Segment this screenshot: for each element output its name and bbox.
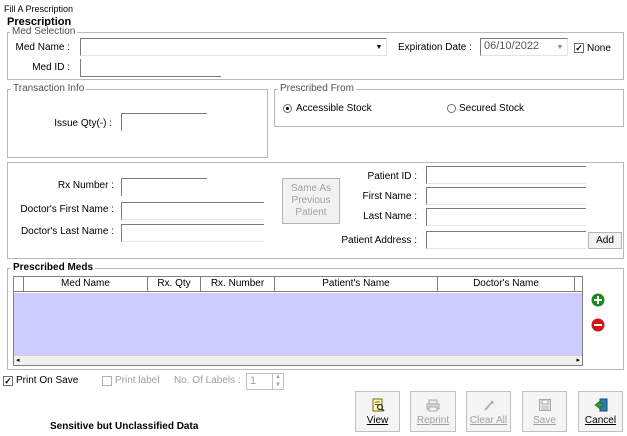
view-button[interactable]: View — [355, 391, 400, 432]
doctor-last-name-label: Doctor's Last Name : — [20, 226, 114, 237]
prescribed-from-legend: Prescribed From — [278, 83, 356, 94]
med-id-input[interactable] — [80, 59, 221, 77]
patient-id-input[interactable] — [426, 166, 586, 184]
col-rx-qty[interactable]: Rx. Qty — [148, 277, 201, 291]
print-on-save-checkbox[interactable]: ✓ — [3, 376, 13, 386]
scroll-left-icon[interactable]: ◂ — [16, 356, 20, 365]
col-rx-number[interactable]: Rx. Number — [201, 277, 275, 291]
print-on-save-label: Print On Save — [16, 375, 79, 386]
med-name-combo[interactable]: ▼ — [80, 38, 387, 56]
doctor-last-name-input[interactable] — [121, 224, 264, 242]
num-labels-value: 1 — [250, 375, 257, 387]
clear-all-button[interactable]: Clear All — [466, 391, 511, 432]
secured-stock-radio[interactable] — [447, 104, 456, 113]
classification-notice: Sensitive but Unclassified Data — [50, 421, 199, 432]
patient-first-name-input[interactable] — [426, 187, 586, 205]
num-labels-spinner[interactable]: 1 ▲ ▼ — [246, 373, 284, 390]
exit-door-icon — [594, 398, 607, 412]
chevron-down-icon[interactable]: ▼ — [373, 40, 385, 54]
col-doctor-name[interactable]: Doctor's Name — [438, 277, 575, 291]
patient-address-label: Patient Address : — [341, 235, 417, 246]
window-title: Fill A Prescription — [4, 4, 74, 14]
cancel-label: Cancel — [584, 415, 617, 426]
prescribed-meds-grid[interactable]: Med Name Rx. Qty Rx. Number Patient's Na… — [13, 276, 583, 366]
accessible-stock-label: Accessible Stock — [296, 103, 372, 114]
patient-id-label: Patient ID : — [367, 171, 417, 182]
row-selector-header — [14, 277, 24, 291]
none-label: None — [587, 43, 611, 54]
print-label-checkbox[interactable] — [102, 376, 112, 386]
horizontal-scrollbar[interactable]: ◂ ▸ — [14, 355, 582, 365]
printer-icon — [426, 399, 440, 412]
rx-number-input[interactable] — [121, 178, 207, 196]
secured-stock-label: Secured Stock — [459, 103, 525, 114]
chevron-down-icon[interactable]: ▼ — [554, 40, 566, 54]
med-id-label: Med ID : — [32, 62, 70, 73]
print-label-label: Print label — [115, 375, 160, 386]
first-name-label: First Name : — [362, 191, 417, 202]
scroll-right-icon[interactable]: ▸ — [576, 356, 580, 365]
reprint-button[interactable]: Reprint — [410, 391, 456, 432]
doctor-first-name-input[interactable] — [121, 202, 264, 220]
accessible-stock-radio[interactable] — [283, 104, 292, 113]
clear-all-label: Clear All — [469, 415, 508, 426]
transaction-info-legend: Transaction Info — [11, 83, 87, 94]
reprint-label: Reprint — [416, 415, 450, 426]
spin-up-icon[interactable]: ▲ — [272, 374, 283, 381]
prescribed-meds-legend: Prescribed Meds — [11, 262, 96, 273]
issue-qty-input[interactable] — [121, 113, 207, 131]
save-label: Save — [533, 415, 556, 426]
med-selection-legend: Med Selection — [10, 26, 78, 37]
save-button[interactable]: Save — [522, 391, 567, 432]
col-patient-name[interactable]: Patient's Name — [275, 277, 438, 291]
add-patient-button[interactable]: Add — [588, 232, 622, 249]
save-disk-icon — [538, 399, 551, 411]
grid-header: Med Name Rx. Qty Rx. Number Patient's Na… — [14, 277, 582, 292]
cancel-button[interactable]: Cancel — [578, 391, 623, 432]
none-checkbox[interactable]: ✓ — [574, 43, 584, 53]
grid-body — [14, 293, 582, 355]
last-name-label: Last Name : — [363, 211, 417, 222]
add-row-icon[interactable] — [591, 293, 605, 307]
expiration-date-value: 06/10/2022 — [484, 40, 540, 52]
issue-qty-label: Issue Qty(-) : — [54, 118, 112, 129]
view-icon — [372, 398, 385, 412]
med-name-label: Med Name : — [15, 42, 70, 53]
expiration-date-label: Expiration Date : — [398, 42, 472, 53]
patient-last-name-input[interactable] — [426, 208, 586, 226]
spin-down-icon[interactable]: ▼ — [272, 381, 283, 389]
doctor-first-name-label: Doctor's First Name : — [20, 204, 114, 215]
expiration-date-picker[interactable]: 06/10/2022 ▼ — [480, 38, 568, 56]
col-med-name[interactable]: Med Name — [24, 277, 148, 291]
remove-row-icon[interactable] — [591, 318, 605, 332]
num-labels-label: No. Of Labels : — [174, 375, 241, 386]
eraser-icon — [483, 400, 494, 411]
rx-number-label: Rx Number : — [57, 180, 114, 191]
view-label: View — [366, 415, 389, 426]
patient-address-input[interactable] — [426, 231, 586, 249]
